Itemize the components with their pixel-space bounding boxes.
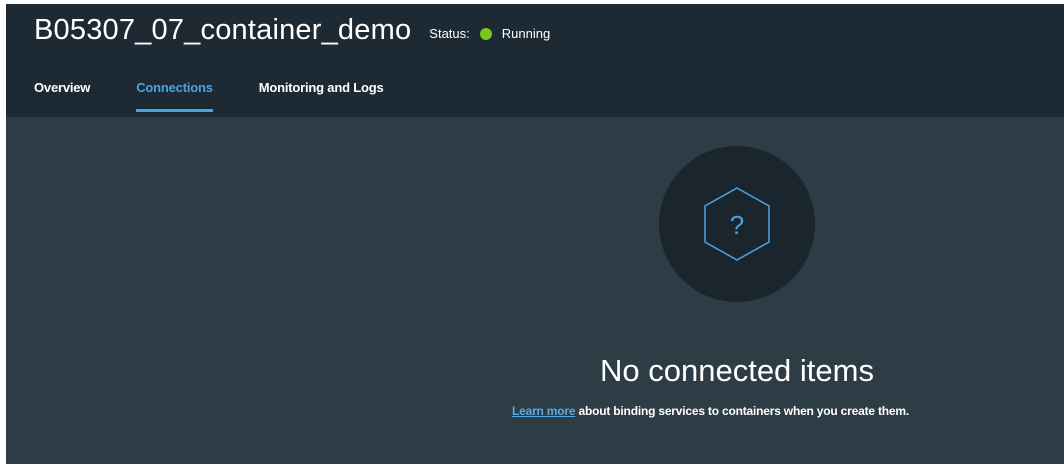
learn-more-link[interactable]: Learn more xyxy=(512,404,576,418)
tab-overview[interactable]: Overview xyxy=(34,80,90,117)
title-row: B05307_07_container_demo Status: Running xyxy=(34,14,550,47)
status-value: Running xyxy=(501,26,551,41)
status-dot-icon xyxy=(479,27,492,40)
empty-state-title: No connected items xyxy=(600,353,874,388)
app-window: B05307_07_container_demo Status: Running… xyxy=(6,4,1064,464)
tab-bar: Overview Connections Monitoring and Logs xyxy=(34,80,429,117)
empty-state-title-wrap: No connected items xyxy=(6,353,1064,389)
tab-monitoring-and-logs[interactable]: Monitoring and Logs xyxy=(259,80,384,117)
app-header: B05307_07_container_demo Status: Running… xyxy=(6,4,1064,117)
empty-state: ? No connected items Learn more about bi… xyxy=(6,117,1064,464)
question-glyph: ? xyxy=(730,210,744,240)
tab-connections[interactable]: Connections xyxy=(136,80,213,117)
question-hexagon-icon: ? xyxy=(704,187,770,261)
empty-state-circle: ? xyxy=(659,146,815,302)
empty-state-description: Learn more about binding services to con… xyxy=(512,404,909,418)
page-title: B05307_07_container_demo xyxy=(34,14,412,46)
status-label: Status: xyxy=(429,26,470,41)
empty-state-description-text: about binding services to containers whe… xyxy=(578,404,910,418)
status-indicator: Status: Running xyxy=(429,26,550,41)
